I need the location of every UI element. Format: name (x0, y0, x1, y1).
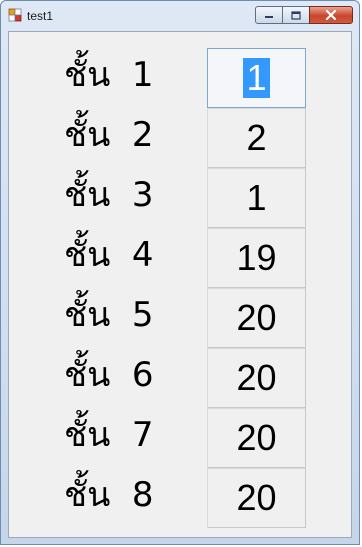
floor-label-6: ชั้น 6 (64, 355, 154, 395)
floor-value-input-2[interactable]: 2 (207, 108, 306, 168)
floor-value-input-6[interactable]: 20 (207, 348, 306, 408)
floor-label-1: ชั้น 1 (64, 55, 154, 95)
title-bar[interactable]: test1 (1, 1, 359, 31)
floor-label-8: ชั้น 8 (64, 475, 154, 515)
close-button[interactable] (309, 6, 353, 24)
floor-value-input-4[interactable]: 19 (207, 228, 306, 288)
floor-label-5: ชั้น 5 (64, 295, 154, 335)
floor-label-7: ชั้น 7 (64, 415, 154, 455)
form-client-area: ชั้น 1 ชั้น 2 ชั้น 3 ชั้น 4 ชั้น 5 ชั้น … (8, 31, 352, 538)
maximize-icon (291, 10, 301, 20)
floor-label-4: ชั้น 4 (64, 235, 154, 275)
minimize-icon (265, 16, 273, 18)
floor-label-3: ชั้น 3 (64, 175, 154, 215)
floor-value-input-3[interactable]: 1 (207, 168, 306, 228)
caption-buttons (255, 6, 353, 24)
floor-value-input-5[interactable]: 20 (207, 288, 306, 348)
selected-text: 1 (243, 58, 270, 98)
close-icon (325, 10, 337, 20)
floor-label-2: ชั้น 2 (64, 115, 154, 155)
window-title: test1 (27, 9, 54, 23)
floor-value-input-1[interactable]: 1 (207, 48, 306, 108)
floor-value-input-7[interactable]: 20 (207, 408, 306, 468)
maximize-button[interactable] (282, 6, 310, 24)
minimize-button[interactable] (255, 6, 283, 24)
floor-value-input-8[interactable]: 20 (207, 468, 306, 528)
app-window: test1 ชั้น 1 ชั้น 2 ชั้น 3 ชั้น 4 ชั้น 5… (0, 0, 360, 545)
app-icon (8, 8, 22, 22)
